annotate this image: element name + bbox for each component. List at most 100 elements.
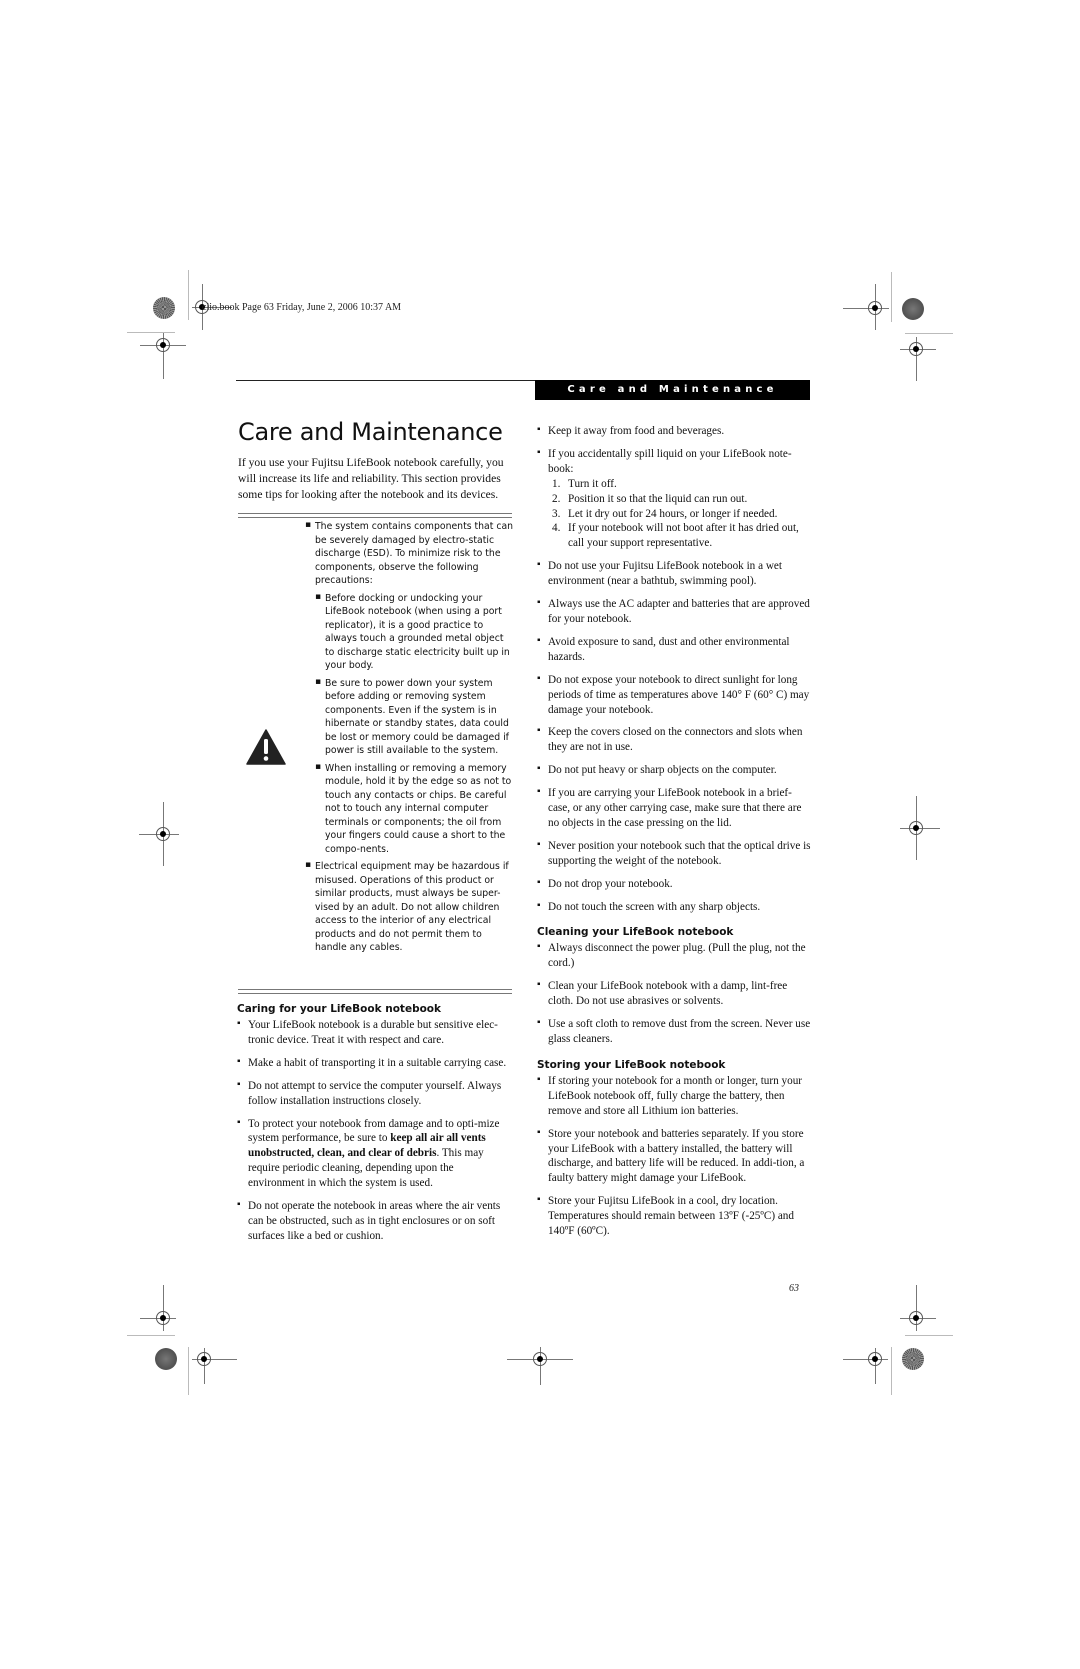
warning-subitem-text: Before docking or undocking your LifeBoo… — [325, 592, 510, 672]
caring-item: Make a habit of transporting it in a sui… — [237, 1055, 512, 1071]
care-item-text: If you are carrying your LifeBook notebo… — [548, 787, 802, 829]
registration-disk-icon — [153, 297, 175, 319]
care-item-text: Do not expose your notebook to direct su… — [548, 673, 810, 716]
care-item: Do not expose your notebook to direct su… — [537, 672, 812, 718]
trim-line — [891, 272, 892, 322]
care-item: Keep the covers closed on the connectors… — [537, 724, 812, 755]
spill-step: 1. Turn it off. — [548, 477, 812, 492]
storing-item: Store your Fujitsu LifeBook in a cool, d… — [537, 1193, 812, 1239]
warning-item-text: The system contains components that can … — [315, 521, 514, 586]
registration-crosshair-icon — [156, 827, 170, 841]
step-text: If your notebook will not boot after it … — [568, 522, 799, 550]
spill-step: 4. If your notebook will not boot after i… — [548, 521, 812, 551]
step-number: 4. — [552, 522, 561, 535]
trim-line — [905, 1335, 953, 1336]
care-item-text: If you accidentally spill liquid on your… — [548, 447, 792, 475]
care-item: If you accidentally spill liquid on your… — [537, 446, 812, 552]
print-slug: clio.book Page 63 Friday, June 2, 2006 1… — [202, 302, 402, 313]
storing-item-text: Store your Fujitsu LifeBook in a cool, d… — [548, 1195, 794, 1238]
care-item: Do not put heavy or sharp objects on the… — [537, 762, 812, 778]
warning-subitem-text: Be sure to power down your system before… — [325, 677, 509, 757]
care-item: Always use the AC adapter and batteries … — [537, 596, 812, 627]
care-item: Never position your notebook such that t… — [537, 838, 812, 869]
step-number: 3. — [552, 507, 561, 520]
care-item: If you are carrying your LifeBook notebo… — [537, 785, 812, 831]
caring-section: Caring for your LifeBook notebook Your L… — [237, 1003, 512, 1252]
step-number: 1. — [552, 477, 561, 490]
page-number: 63 — [789, 1283, 799, 1294]
registration-disk-icon — [155, 1348, 177, 1370]
caring-item: Do not attempt to service the computer y… — [237, 1078, 512, 1109]
registration-crosshair-icon — [197, 1352, 211, 1366]
storing-item-text: If storing your notebook for a month or … — [548, 1074, 803, 1117]
caring-item-text: Your LifeBook notebook is a durable but … — [248, 1019, 498, 1046]
caring-item-text: Make a habit of transporting it in a sui… — [248, 1056, 507, 1069]
storing-item: Store your notebook and batteries separa… — [537, 1126, 812, 1187]
warning-item: Electrical equipment may be hazardous if… — [305, 859, 515, 955]
trim-line — [127, 332, 175, 333]
crosshair-line — [843, 308, 889, 309]
step-text: Let it dry out for 24 hours, or longer i… — [568, 507, 778, 520]
cleaning-item: Clean your LifeBook notebook with a damp… — [537, 978, 812, 1009]
storing-item: If storing your notebook for a month or … — [537, 1073, 812, 1119]
registration-crosshair-icon — [909, 342, 923, 356]
warning-item-text: Electrical equipment may be hazardous if… — [315, 861, 509, 953]
caring-item-text: Do not attempt to service the computer y… — [248, 1079, 502, 1107]
step-text: Turn it off. — [568, 477, 617, 490]
registration-disk-icon — [902, 1348, 924, 1370]
care-item: Do not drop your notebook. — [537, 876, 812, 892]
trim-line — [127, 1335, 175, 1336]
warning-subitem: Be sure to power down your system before… — [315, 676, 515, 758]
warning-box: The system contains components that can … — [305, 519, 515, 959]
care-item-text: Do not use your Fujitsu LifeBook noteboo… — [548, 560, 782, 588]
caring-item-text: Do not operate the notebook in areas whe… — [248, 1200, 501, 1242]
intro-paragraph: If you use your Fujitsu LifeBook noteboo… — [238, 456, 504, 501]
warning-subitem: When installing or removing a memory mod… — [315, 761, 515, 857]
cleaning-item-text: Clean your LifeBook notebook with a damp… — [548, 980, 788, 1008]
trim-line — [891, 1347, 892, 1395]
care-item-text: Do not put heavy or sharp objects on the… — [548, 764, 777, 777]
cleaning-heading: Cleaning your LifeBook notebook — [537, 926, 734, 939]
caring-item: Your LifeBook notebook is a durable but … — [237, 1017, 512, 1048]
spill-step: 2. Position it so that the liquid can run… — [548, 492, 812, 507]
registration-crosshair-icon — [909, 1311, 923, 1325]
care-item-text: Avoid exposure to sand, dust and other e… — [548, 635, 790, 663]
warning-triangle-icon — [246, 729, 286, 765]
registration-crosshair-icon — [156, 1311, 170, 1325]
caring-heading: Caring for your LifeBook notebook — [237, 1003, 442, 1015]
registration-crosshair-icon — [533, 1352, 547, 1366]
step-number: 2. — [552, 492, 561, 505]
registration-crosshair-icon — [868, 301, 882, 315]
trim-line — [905, 333, 953, 334]
registration-crosshair-icon — [909, 821, 923, 835]
warning-item: The system contains components that can … — [305, 519, 515, 857]
right-column: Keep it away from food and beverages. If… — [537, 423, 812, 1247]
care-item-text: Do not drop your notebook. — [548, 877, 673, 890]
care-item: Do not touch the screen with any sharp o… — [537, 899, 812, 915]
storing-item-text: Store your notebook and batteries separa… — [548, 1127, 805, 1185]
registration-crosshair-icon — [868, 1352, 882, 1366]
page-title: Care and Maintenance — [238, 418, 503, 446]
header-rule — [236, 380, 536, 381]
spill-step: 3. Let it dry out for 24 hours, or longer… — [548, 507, 812, 522]
warning-bottom-rule — [238, 989, 512, 994]
storing-heading: Storing your LifeBook notebook — [537, 1058, 726, 1071]
care-item-text: Never position your notebook such that t… — [548, 839, 811, 867]
caring-item: To protect your notebook from damage and… — [237, 1116, 512, 1192]
caring-item: Do not operate the notebook in areas whe… — [237, 1198, 512, 1244]
care-item-text: Keep it away from food and beverages. — [548, 425, 725, 437]
trim-line — [188, 1347, 189, 1395]
care-item-text: Always use the AC adapter and batteries … — [548, 598, 810, 625]
spill-steps: 1. Turn it off. 2. Position it so that the… — [548, 477, 812, 552]
running-header: Care and Maintenance — [535, 380, 810, 400]
trim-line — [188, 270, 189, 320]
warning-subitem-text: When installing or removing a memory mod… — [325, 762, 512, 855]
care-item-text: Do not touch the screen with any sharp o… — [548, 900, 761, 913]
cleaning-item: Use a soft cloth to remove dust from the… — [537, 1016, 812, 1047]
cleaning-item-text: Always disconnect the power plug. (Pull … — [548, 942, 806, 970]
care-item-text: Keep the covers closed on the connectors… — [548, 726, 803, 754]
cleaning-item-text: Use a soft cloth to remove dust from the… — [548, 1018, 811, 1045]
cleaning-item: Always disconnect the power plug. (Pull … — [537, 940, 812, 971]
registration-crosshair-icon — [156, 338, 170, 352]
care-item: Do not use your Fujitsu LifeBook noteboo… — [537, 558, 812, 589]
